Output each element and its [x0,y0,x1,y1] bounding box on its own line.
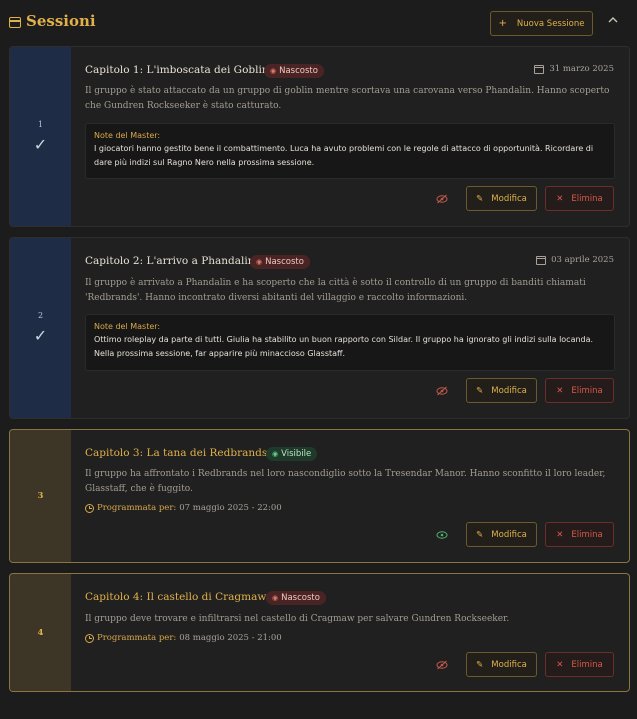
pencil-icon: ✎ [476,529,484,540]
session-title: Capitolo 1: L'imboscata dei Goblin [85,64,269,76]
book-icon [9,17,21,28]
session-title: Capitolo 3: La tana dei Redbrands [85,447,268,459]
close-icon: ✕ [556,385,564,396]
new-session-label: Nuova Sessione [516,18,585,29]
edit-label: Modifica [491,193,527,204]
session-card-1: 1 ✓ Capitolo 1: L'imboscata dei Goblin ◉… [9,46,630,227]
notes-text: Ottimo roleplay da parte di tutti. Giuli… [94,335,594,358]
pencil-icon: ✎ [476,659,484,670]
notes-text: I giocatori hanno gestito bene il combat… [94,144,594,167]
session-card-3: 3 Capitolo 3: La tana dei Redbrands ◉ Vi… [9,429,630,563]
visibility-toggle-icon[interactable] [435,384,449,398]
session-title: Capitolo 2: L'arrivo a Phandalin [85,255,255,267]
pencil-icon: ✎ [476,385,484,396]
status-label: Nascosto [279,66,318,76]
session-date-value: 31 marzo 2025 [549,64,614,74]
status-label: Visibile [281,449,312,459]
session-card-2: 2 ✓ Capitolo 2: L'arrivo a Phandalin ◉ N… [9,237,630,419]
edit-label: Modifica [491,385,527,396]
eye-off-icon: ◉ [272,594,279,602]
eye-off-icon: ◉ [256,258,263,266]
delete-label: Elimina [571,385,603,396]
status-label: Nascosto [281,593,320,603]
session-number: 4 [37,627,44,638]
eye-icon: ◉ [272,450,279,458]
session-date: 31 marzo 2025 [534,64,614,74]
page-title: Sessioni [26,12,96,30]
delete-button[interactable]: ✕ Elimina [545,652,614,677]
session-number-sidebar: 1 ✓ [10,47,71,226]
eye-off-icon: ◉ [270,67,277,75]
session-description: Il gruppo deve trovare e infiltrarsi nel… [85,614,510,624]
delete-label: Elimina [571,529,603,540]
session-date: 03 aprile 2025 [536,255,614,265]
delete-button[interactable]: ✕ Elimina [545,186,614,211]
new-session-button[interactable]: + Nuova Sessione [490,11,593,36]
calendar-icon [534,64,545,74]
scheduled-value: 07 maggio 2025 - 22:00 [179,503,282,513]
status-badge: ◉ Nascosto [250,255,310,269]
session-card-4: 4 Capitolo 4: Il castello di Cragmaw ◉ N… [9,573,630,692]
session-description: Il gruppo è arrivato a Phandalin e ha sc… [85,278,586,303]
delete-button[interactable]: ✕ Elimina [545,522,614,547]
status-badge: ◉ Nascosto [266,591,326,605]
session-date-value: 03 aprile 2025 [551,255,614,265]
session-number-sidebar: 2 ✓ [10,238,71,418]
plus-icon: + [498,18,507,29]
session-description: Il gruppo è stato attaccato da un gruppo… [85,86,610,111]
delete-label: Elimina [571,193,603,204]
scheduled-info: Programmata per: 08 maggio 2025 - 21:00 [85,633,282,643]
pencil-icon: ✎ [476,193,484,204]
close-icon: ✕ [556,193,564,204]
edit-label: Modifica [491,529,527,540]
edit-button[interactable]: ✎ Modifica [466,378,537,403]
session-title: Capitolo 4: Il castello di Cragmaw [85,591,267,603]
scheduled-info: Programmata per: 07 maggio 2025 - 22:00 [85,503,282,513]
status-badge: ◉ Visibile [266,447,318,461]
edit-button[interactable]: ✎ Modifica [466,652,537,677]
session-number: 3 [37,491,44,501]
master-notes: Note del Master: Ottimo roleplay da part… [85,314,615,371]
calendar-icon [536,255,547,265]
session-description: Il gruppo ha affrontato i Redbrands nel … [85,469,606,494]
visibility-toggle-icon[interactable] [435,658,449,672]
edit-label: Modifica [491,659,527,670]
completed-check-icon: ✓ [33,134,48,154]
close-icon: ✕ [556,659,564,670]
status-label: Nascosto [265,257,304,267]
scheduled-value: 08 maggio 2025 - 21:00 [179,633,282,643]
master-notes: Note del Master: I giocatori hanno gesti… [85,123,615,179]
edit-button[interactable]: ✎ Modifica [466,522,537,547]
status-badge: ◉ Nascosto [264,64,324,78]
sessions-header: Sessioni + Nuova Sessione [0,0,637,46]
scheduled-label: Programmata per: [97,633,177,643]
session-number-sidebar: 4 [10,574,71,691]
chevron-up-icon[interactable] [606,13,620,27]
close-icon: ✕ [556,529,564,540]
edit-button[interactable]: ✎ Modifica [466,186,537,211]
clock-icon [85,503,94,513]
visibility-toggle-icon[interactable] [435,192,449,206]
delete-label: Elimina [571,659,603,670]
delete-button[interactable]: ✕ Elimina [545,378,614,403]
visibility-toggle-icon[interactable] [435,528,449,542]
completed-check-icon: ✓ [33,326,48,345]
notes-label: Note del Master: [94,322,161,331]
session-number: 1 [37,119,44,129]
scheduled-label: Programmata per: [97,503,177,513]
clock-icon [85,633,94,643]
notes-label: Note del Master: [94,131,161,140]
session-number: 2 [37,311,44,320]
session-number-sidebar: 3 [10,430,71,562]
